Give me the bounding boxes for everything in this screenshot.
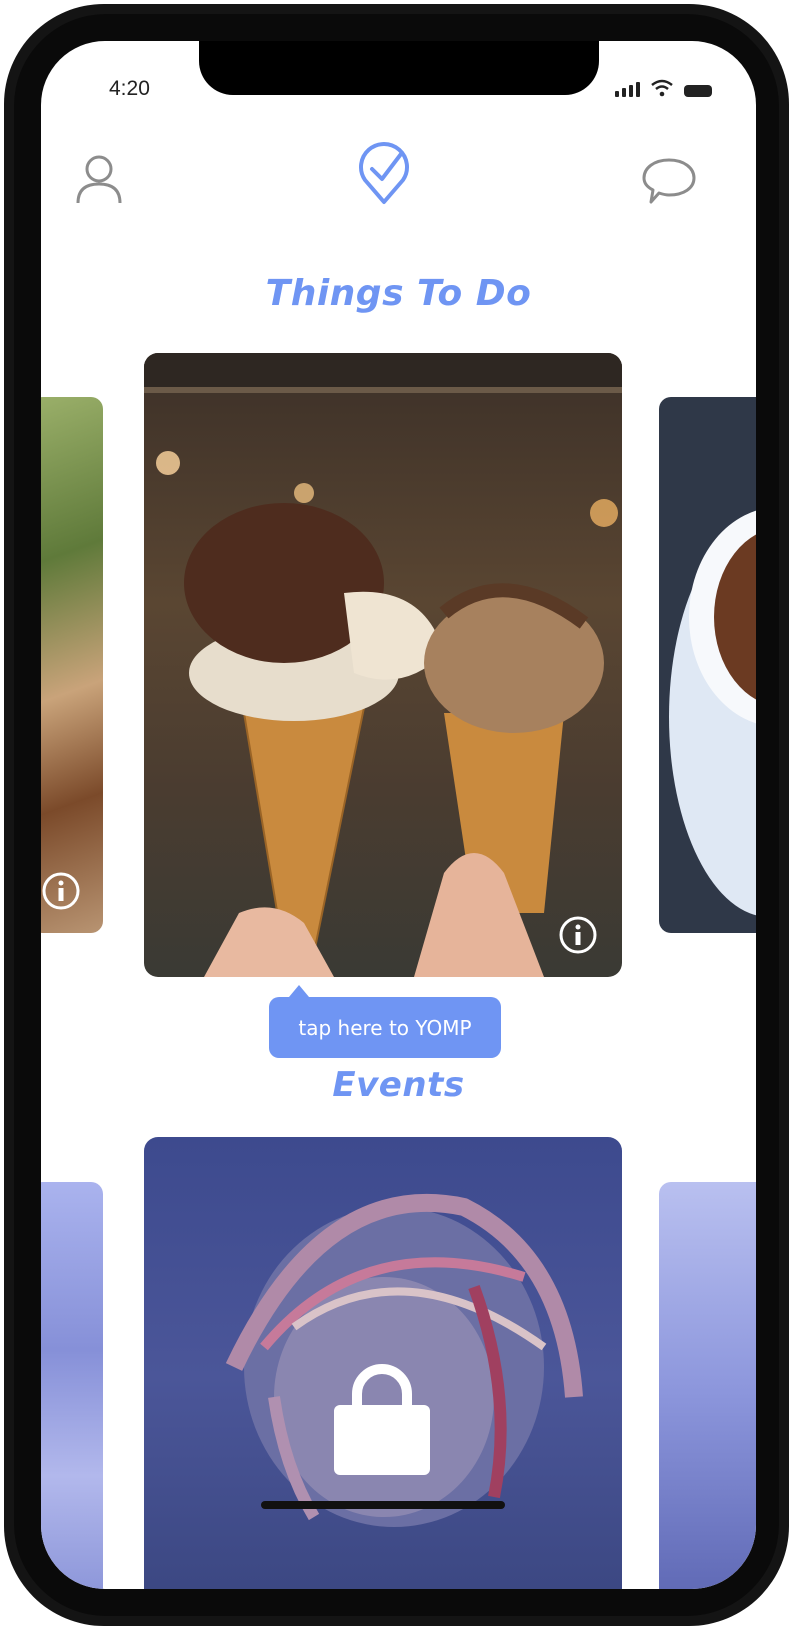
lock-icon <box>334 1364 430 1475</box>
yomp-tooltip[interactable]: tap here to YOMP <box>269 985 501 1058</box>
yomp-logo-icon[interactable] <box>357 142 411 206</box>
coffee-cup-photo[interactable] <box>659 397 756 933</box>
status-icons <box>615 79 712 97</box>
status-time: 4:20 <box>109 77 150 100</box>
stage-lights-photo[interactable] <box>659 1182 756 1589</box>
things-to-do-title: Things To Do <box>265 273 532 314</box>
blurred-lights-photo[interactable] <box>41 1182 103 1589</box>
notch <box>199 41 599 95</box>
cellular-signal-icon <box>615 82 640 97</box>
chat-bubble-icon[interactable] <box>641 157 697 205</box>
home-indicator[interactable] <box>261 1501 505 1509</box>
battery-icon <box>684 85 712 97</box>
coffee-cup-illustration <box>669 510 756 916</box>
ice-cream-illustration <box>144 353 622 977</box>
info-icon[interactable] <box>558 915 598 955</box>
wifi-icon <box>651 79 673 97</box>
events-title: Events <box>332 1065 465 1105</box>
app-screen: 4:20 Things To Do tap here to YOMP Event… <box>41 41 756 1589</box>
ice-cream-cones-photo[interactable] <box>144 353 622 977</box>
profile-icon[interactable] <box>75 153 123 205</box>
dreadlocks-performer-photo[interactable] <box>144 1137 622 1589</box>
plant-person-photo[interactable] <box>41 397 103 933</box>
info-icon[interactable] <box>41 871 81 911</box>
